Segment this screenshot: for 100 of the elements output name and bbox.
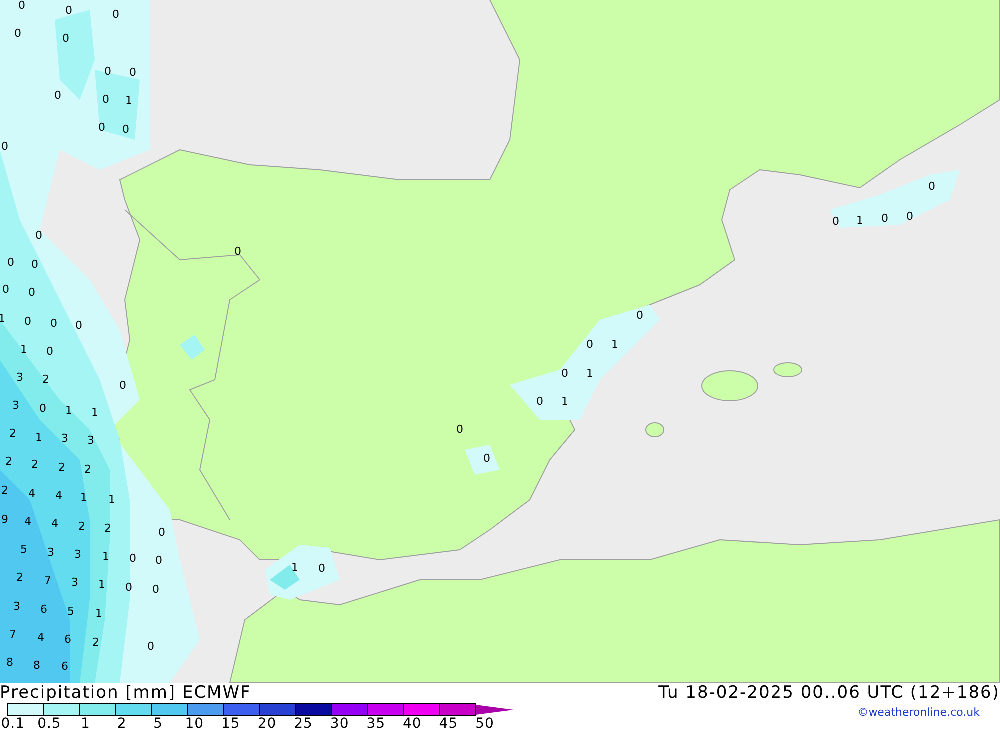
legend-label: 0.1 xyxy=(0,716,26,732)
map-value-label: 0 xyxy=(14,27,22,40)
legend-label: 25 xyxy=(293,716,314,732)
map-value-label: 0 xyxy=(536,395,544,408)
map-value-label: 1 xyxy=(126,94,132,107)
map-value-label: 4 xyxy=(56,489,62,502)
map-value-label: 0 xyxy=(122,123,130,136)
map-value-label: 0 xyxy=(456,423,464,436)
map-value-label: 2 xyxy=(58,461,66,474)
legend-label: 2 xyxy=(116,716,128,732)
map-value-label: 0 xyxy=(8,256,14,269)
map-value-label: 4 xyxy=(52,517,58,530)
map-value-label: 0 xyxy=(126,581,132,594)
map-value-label: 0 xyxy=(148,640,154,653)
map-value-label: 4 xyxy=(28,487,36,500)
map-value-label: 0 xyxy=(54,89,62,102)
map-value-label: 0 xyxy=(484,452,490,465)
map-value-label: 0 xyxy=(234,245,242,258)
map-value-label: 0 xyxy=(104,65,112,78)
map-value-label: 0 xyxy=(112,8,120,21)
legend-label: 50 xyxy=(474,716,496,732)
map-value-label: 5 xyxy=(68,605,74,618)
map-value-label: 1 xyxy=(80,491,88,504)
map-value-label: 0 xyxy=(158,526,166,539)
legend-label: 0.5 xyxy=(36,716,62,732)
legend-label: 1 xyxy=(80,716,92,732)
map-value-label: 0 xyxy=(98,121,106,134)
map-value-label: 0 xyxy=(586,338,594,351)
map-value-label: 0 xyxy=(18,0,26,12)
map-value-label: 3 xyxy=(14,600,20,613)
map-value-label: 6 xyxy=(62,660,68,673)
map-value-label: 1 xyxy=(586,367,594,380)
map-value-label: 2 xyxy=(6,455,12,468)
map-value-label: 0 xyxy=(120,379,126,392)
map-value-label: 0 xyxy=(130,66,136,79)
map-value-label: 0 xyxy=(636,309,644,322)
map-value-label: 7 xyxy=(44,574,52,587)
map-value-label: 7 xyxy=(10,628,16,641)
map-value-label: 0 xyxy=(130,552,136,565)
map-value-label: 3 xyxy=(62,432,68,445)
legend-label: 10 xyxy=(184,716,206,732)
map-value-label: 6 xyxy=(40,603,48,616)
map-title: Precipitation [mm] ECMWF xyxy=(0,683,252,703)
map-value-label: 2 xyxy=(32,458,38,471)
legend-label: 20 xyxy=(256,716,278,732)
map-value-label: 1 xyxy=(98,578,106,591)
map-value-label: 0 xyxy=(882,212,888,225)
valid-time: Tu 18-02-2025 00..06 UTC (12+186) xyxy=(658,683,1000,703)
map-value-label: 3 xyxy=(72,576,78,589)
map-value-label: 0 xyxy=(832,215,840,228)
map-value-label: 0 xyxy=(928,180,936,193)
map-value-label: 8 xyxy=(6,656,14,669)
map-value-label: 2 xyxy=(42,373,50,386)
map-value-label: 0 xyxy=(318,562,326,575)
map-value-label: 4 xyxy=(38,631,44,644)
map-value-label: 2 xyxy=(84,463,92,476)
map-value-label: 1 xyxy=(36,431,42,444)
map-value-label: 2 xyxy=(104,522,112,535)
map-value-label: 9 xyxy=(2,513,8,526)
map-value-label: 5 xyxy=(20,543,28,556)
map-value-label: 2 xyxy=(16,571,24,584)
map-value-label: 1 xyxy=(66,404,72,417)
map-value-label: 0 xyxy=(46,345,54,358)
map-value-label: 1 xyxy=(612,338,618,351)
map-value-label: 1 xyxy=(96,607,102,620)
map-value-label: 3 xyxy=(88,434,94,447)
map-value-label: 0 xyxy=(76,319,82,332)
map-value-label: 0 xyxy=(156,554,162,567)
credit-link[interactable]: ©weatheronline.co.uk xyxy=(858,706,980,719)
map-value-label: 1 xyxy=(856,214,864,227)
map-value-label: 1 xyxy=(0,312,6,325)
map-value-label: 1 xyxy=(108,493,116,506)
map-value-label: 1 xyxy=(102,550,110,563)
map-value-label: 0 xyxy=(152,583,160,596)
map-value-label: 0 xyxy=(906,210,914,223)
legend-label: 45 xyxy=(438,716,460,732)
map-value-label: 2 xyxy=(92,636,100,649)
map-value-label: 3 xyxy=(74,548,82,561)
map-value-label: 6 xyxy=(64,633,72,646)
legend-label: 30 xyxy=(329,716,350,732)
map-value-label: 3 xyxy=(12,399,20,412)
map-value-label: 0 xyxy=(50,317,58,330)
map-value-label: 0 xyxy=(28,286,36,299)
legend-label: 35 xyxy=(366,716,387,732)
map-value-label: 0 xyxy=(32,258,38,271)
map-value-label: 1 xyxy=(562,395,568,408)
legend-label: 5 xyxy=(152,716,164,732)
map-value-label: 0 xyxy=(40,402,46,415)
legend-label: 40 xyxy=(402,716,423,732)
map-value-label: 3 xyxy=(48,546,54,559)
map-value-label: 1 xyxy=(292,561,298,574)
map-value-label: 0 xyxy=(62,32,70,45)
map-value-label: 0 xyxy=(66,4,72,17)
map-value-label: 0 xyxy=(2,283,10,296)
map-value-label: 2 xyxy=(78,520,86,533)
map-value-label: 4 xyxy=(24,515,32,528)
map-value-label: 0 xyxy=(2,140,8,153)
map-value-label: 0 xyxy=(24,315,32,328)
map-value-label: 0 xyxy=(102,93,110,106)
map-value-label: 0 xyxy=(36,229,42,242)
